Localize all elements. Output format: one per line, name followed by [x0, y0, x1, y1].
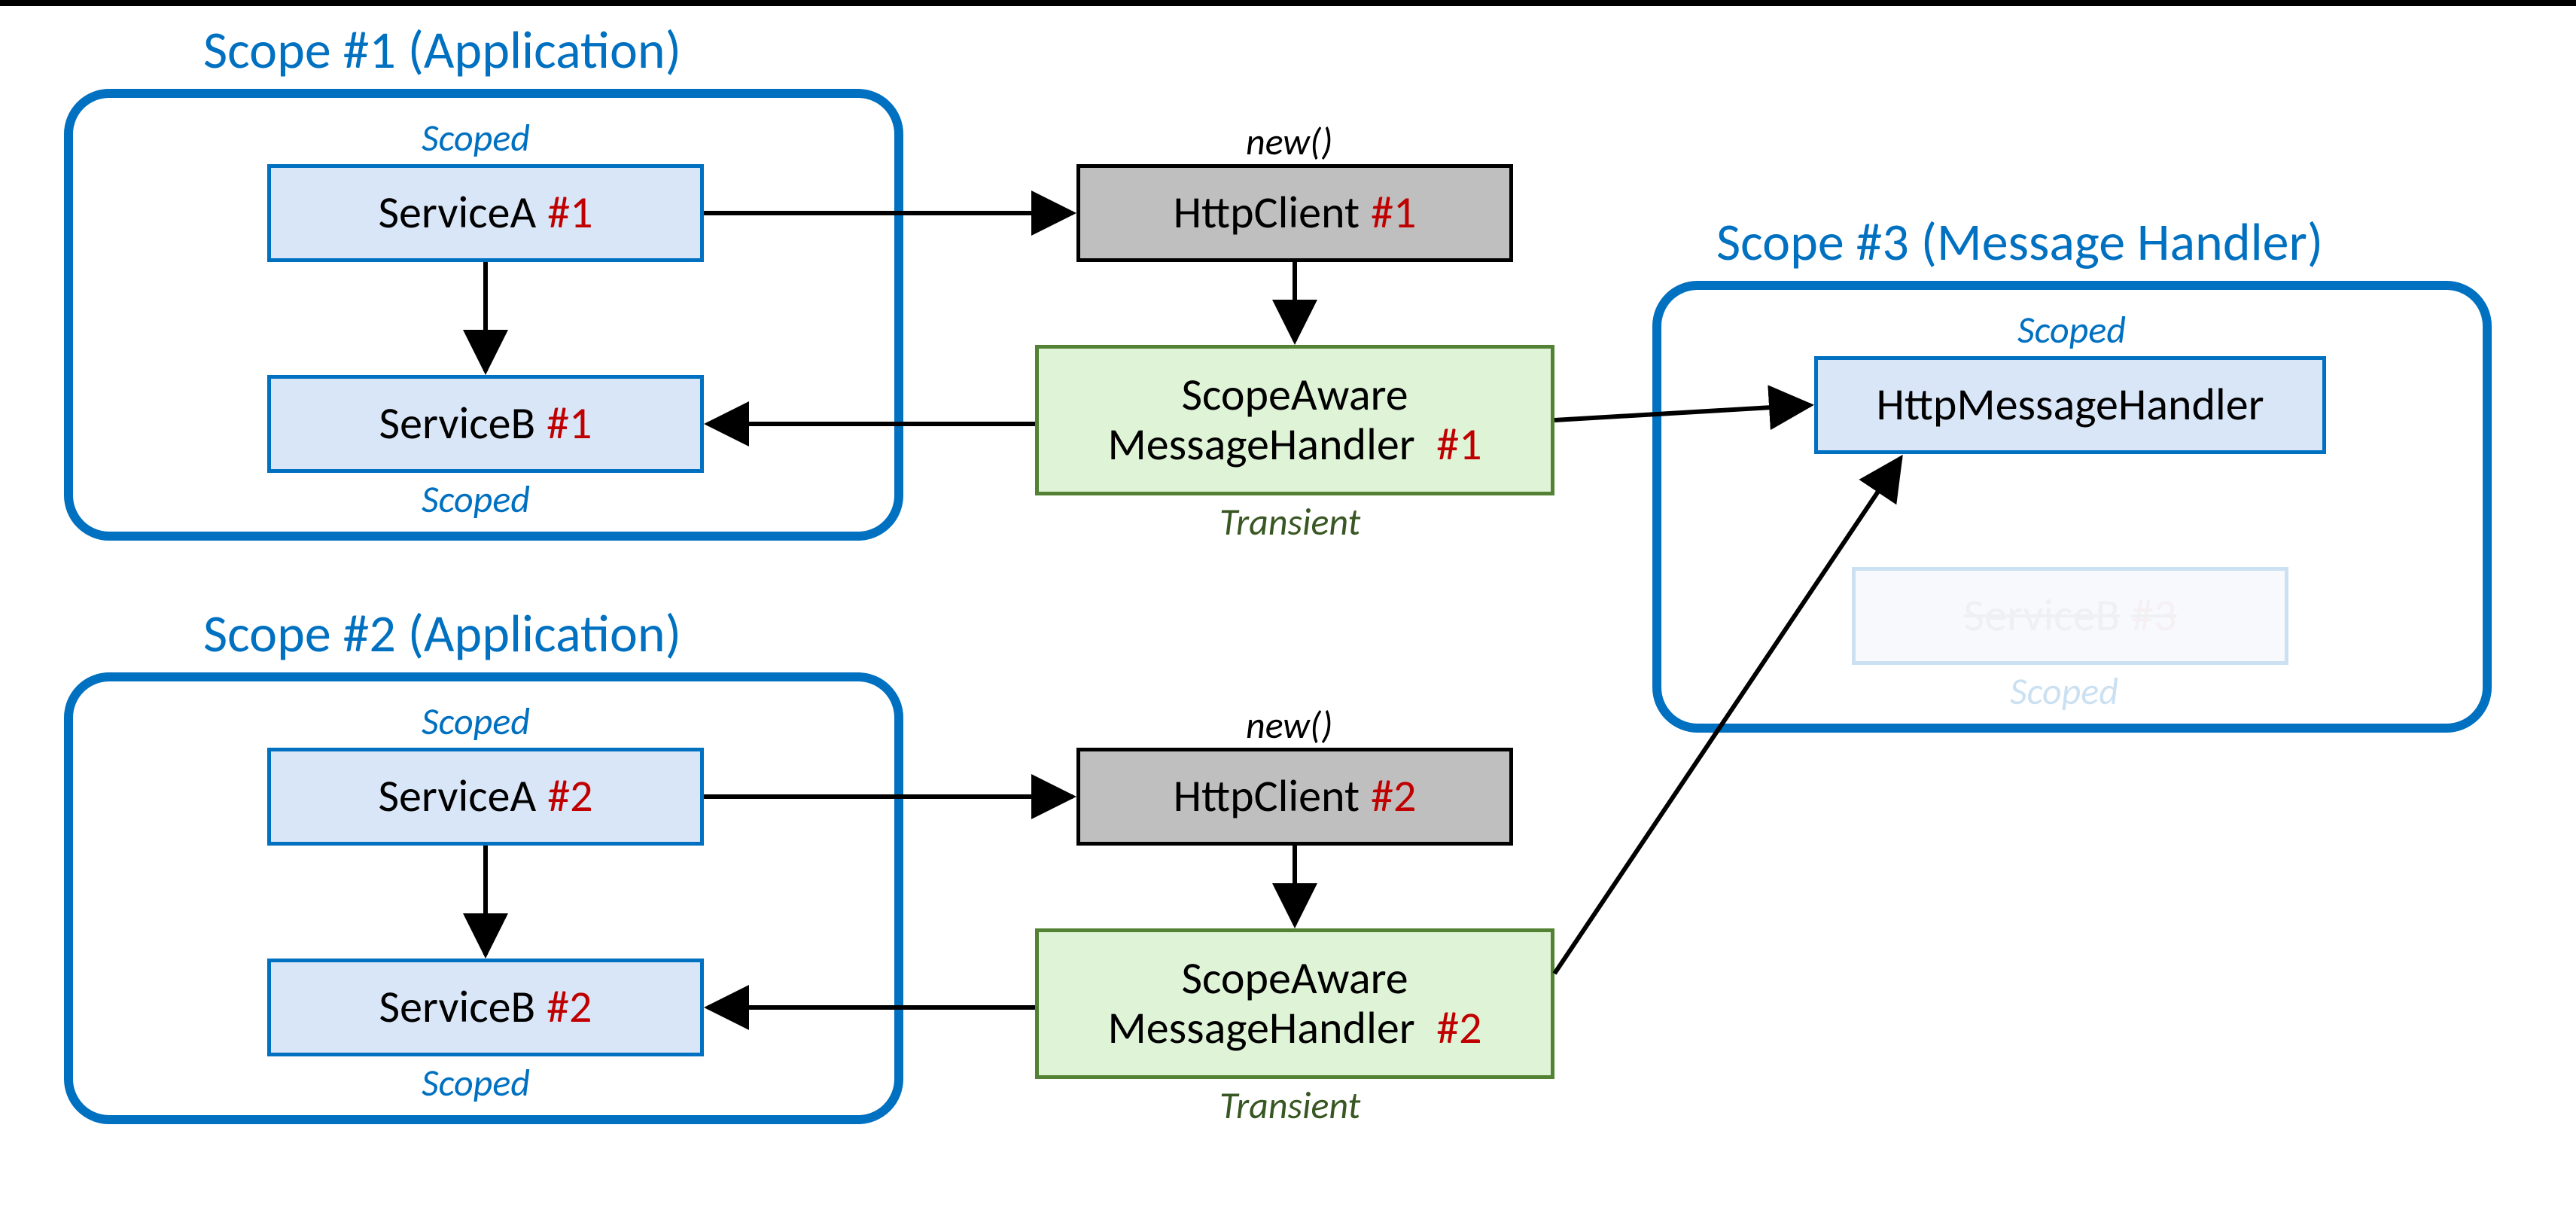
- service-b-2-name: ServiceB: [379, 983, 536, 1032]
- httpclient-1-label: new(): [1246, 119, 1332, 165]
- httpmessagehandler: HttpMessageHandler: [1814, 356, 2326, 454]
- scope-1-title: Scope #1 (Application): [203, 17, 681, 82]
- scopeaware-handler-1: ScopeAware MessageHandler #1: [1035, 345, 1554, 495]
- service-b-3: ServiceB #3: [1852, 567, 2288, 665]
- httpclient-2-label: new(): [1246, 703, 1332, 748]
- service-b-1-lifetime: Scoped: [422, 477, 530, 523]
- service-a-2-name: ServiceA: [378, 772, 536, 821]
- service-a-1-instance: #1: [536, 188, 592, 238]
- service-b-1-instance: #1: [535, 399, 592, 449]
- scopeaware-handler-1-line2-inst: #1: [1425, 417, 1481, 472]
- service-a-2: ServiceA #2: [267, 748, 704, 846]
- httpclient-2-name: HttpClient: [1174, 772, 1360, 821]
- service-b-3-lifetime: Scoped: [2010, 669, 2118, 715]
- scopeaware-handler-1-lifetime: Transient: [1219, 499, 1360, 545]
- service-b-1: ServiceB #1: [267, 375, 704, 473]
- service-a-1: ServiceA #1: [267, 164, 704, 262]
- scopeaware-handler-2: ScopeAware MessageHandler #2: [1035, 928, 1554, 1079]
- service-b-2-lifetime: Scoped: [422, 1060, 530, 1106]
- httpclient-1-name: HttpClient: [1174, 188, 1360, 238]
- service-a-2-instance: #2: [536, 772, 592, 821]
- scopeaware-handler-1-line2-name: MessageHandler: [1107, 417, 1414, 472]
- scopeaware-handler-2-line1: ScopeAware: [1181, 951, 1408, 1006]
- httpclient-1: HttpClient #1: [1076, 164, 1513, 262]
- httpclient-2: HttpClient #2: [1076, 748, 1513, 846]
- service-a-2-lifetime: Scoped: [422, 699, 530, 745]
- httpmessagehandler-lifetime: Scoped: [2017, 307, 2126, 353]
- service-b-1-name: ServiceB: [379, 399, 536, 449]
- scopeaware-handler-2-line2-name: MessageHandler: [1107, 1001, 1414, 1056]
- scopeaware-handler-2-lifetime: Transient: [1219, 1083, 1360, 1129]
- service-a-1-name: ServiceA: [378, 188, 536, 238]
- scopeaware-handler-1-line1: ScopeAware: [1181, 367, 1408, 422]
- httpclient-2-instance: #2: [1360, 772, 1416, 821]
- scope-3-title: Scope #3 (Message Handler): [1716, 209, 2323, 274]
- service-a-1-lifetime: Scoped: [422, 115, 530, 161]
- httpmessagehandler-name: HttpMessageHandler: [1876, 380, 2264, 430]
- service-b-2: ServiceB #2: [267, 959, 704, 1056]
- service-b-3-name: ServiceB: [1964, 591, 2121, 641]
- diagram-canvas: Scope #1 (Application) Scoped ServiceA #…: [0, 0, 2576, 1201]
- service-b-3-instance: #3: [2120, 591, 2176, 641]
- httpclient-1-instance: #1: [1360, 188, 1416, 238]
- scopeaware-handler-2-line2-inst: #2: [1425, 1001, 1481, 1056]
- scope-2-title: Scope #2 (Application): [203, 601, 681, 666]
- service-b-2-instance: #2: [535, 983, 592, 1032]
